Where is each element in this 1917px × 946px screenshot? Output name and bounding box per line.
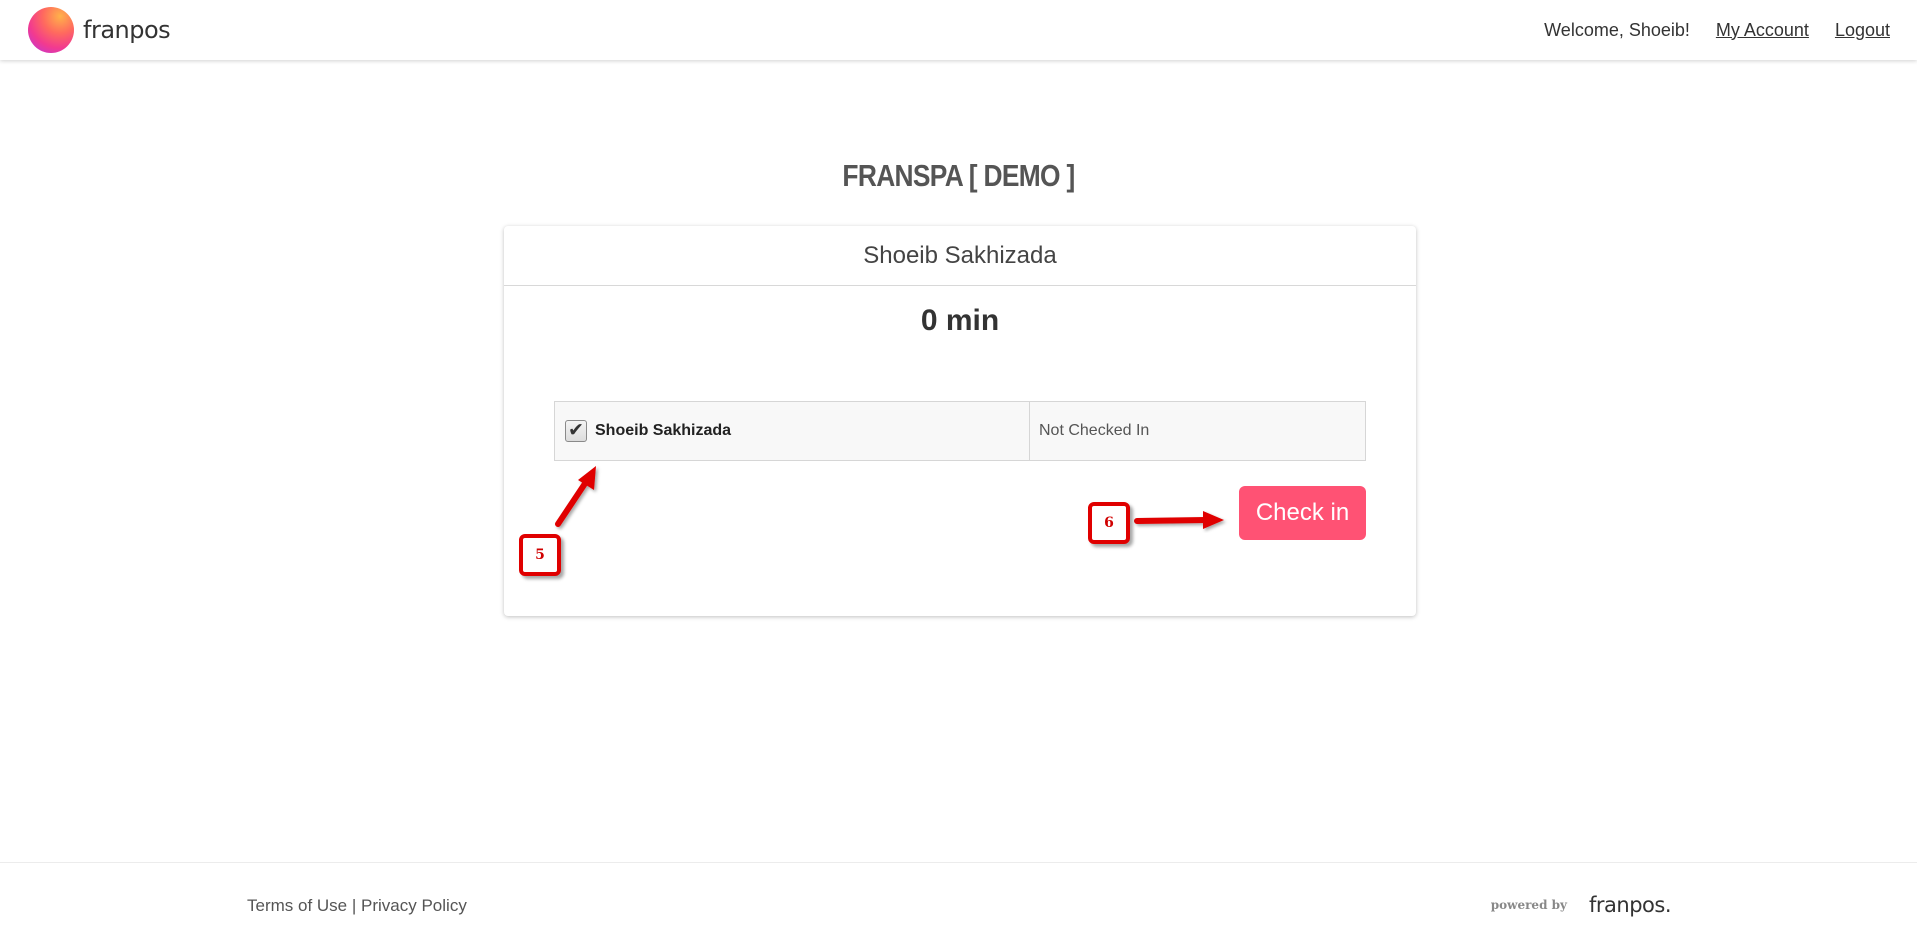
my-account-link[interactable]: My Account	[1716, 20, 1809, 41]
nav-right: Welcome, Shoeib! My Account Logout	[1544, 20, 1890, 41]
checkin-card: Shoeib Sakhizada 0 min ✔ Shoeib Sakhizad…	[504, 226, 1416, 616]
footer-separator: |	[347, 896, 362, 915]
annotation-badge-6: 6	[1088, 502, 1130, 544]
powered-by-label: powered by	[1490, 898, 1567, 912]
terms-link[interactable]: Terms of Use	[247, 896, 347, 915]
card-header: Shoeib Sakhizada	[504, 226, 1416, 286]
logout-link[interactable]: Logout	[1835, 20, 1890, 41]
franpos-logo-icon	[28, 7, 74, 53]
welcome-text: Welcome, Shoeib!	[1544, 19, 1690, 40]
duration-value: 0 min	[920, 304, 1000, 337]
brand[interactable]: franpos	[28, 7, 171, 53]
powered-by-logo: franpos.	[1589, 893, 1672, 917]
privacy-link[interactable]: Privacy Policy	[361, 896, 467, 915]
attendee-name-cell: ✔ Shoeib Sakhizada	[555, 402, 1030, 460]
checkmark-icon: ✔	[568, 420, 584, 441]
footer-divider	[0, 862, 1917, 863]
attendee-name: Shoeib Sakhizada	[595, 422, 732, 439]
footer-links: Terms of Use | Privacy Policy	[247, 896, 467, 916]
attendee-status: Not Checked In	[1039, 422, 1150, 439]
powered-by: powered by franpos.	[1490, 893, 1672, 917]
page-title: FRANSPA [ DEMO ]	[842, 158, 1075, 193]
annotation-badge-5: 5	[519, 534, 561, 576]
top-navbar: franpos Welcome, Shoeib! My Account Logo…	[0, 0, 1917, 60]
brand-name: franpos	[83, 16, 171, 44]
attendee-checkbox[interactable]: ✔	[565, 420, 587, 442]
check-in-button[interactable]: Check in	[1239, 486, 1366, 540]
attendee-row: ✔ Shoeib Sakhizada Not Checked In	[554, 401, 1366, 461]
